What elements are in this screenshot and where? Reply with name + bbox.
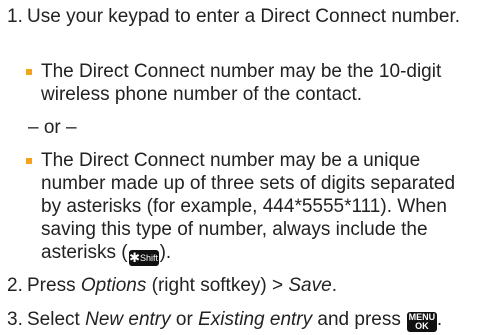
bullet-text-body: The Direct Connect number may be a uniqu… — [41, 150, 456, 263]
menu-ok-key-icon: MENU OK — [406, 312, 437, 332]
or-separator: – or – — [28, 117, 77, 138]
existing-entry-label: Existing entry — [198, 309, 313, 330]
step-1: 1. Use your keypad to enter a Direct Con… — [7, 5, 472, 51]
instruction-page: 1. Use your keypad to enter a Direct Con… — [0, 0, 478, 335]
bullet-text: The Direct Connect number may be the 10-… — [41, 61, 442, 105]
options-label: Options — [80, 275, 147, 296]
new-entry-label: New entry — [85, 309, 171, 330]
step-text: Select New entry or Existing entry and p… — [27, 309, 443, 332]
step-text: Press Options (right softkey) > Save. — [27, 275, 337, 296]
bullet-text-end: ). — [159, 242, 172, 263]
step-text: Use your keypad to enter a Direct Connec… — [27, 6, 461, 27]
save-label: Save — [288, 275, 332, 296]
bullet-item: The Direct Connect number may be the 10-… — [20, 60, 470, 106]
step-number: 1. — [7, 6, 23, 27]
star-shift-key-icon: ✱Shift — [128, 250, 159, 266]
step-2: 2. Press Options (right softkey) > Save. — [7, 274, 472, 297]
bullet-text: The Direct Connect number may be a uniqu… — [41, 149, 471, 266]
bullet-icon — [26, 69, 32, 75]
bullet-icon — [26, 158, 32, 164]
step-3: 3. Select New entry or Existing entry an… — [7, 308, 472, 332]
bullet-item: The Direct Connect number may be a uniqu… — [20, 149, 471, 266]
step-number: 3. — [7, 309, 23, 330]
step-number: 2. — [7, 275, 23, 296]
